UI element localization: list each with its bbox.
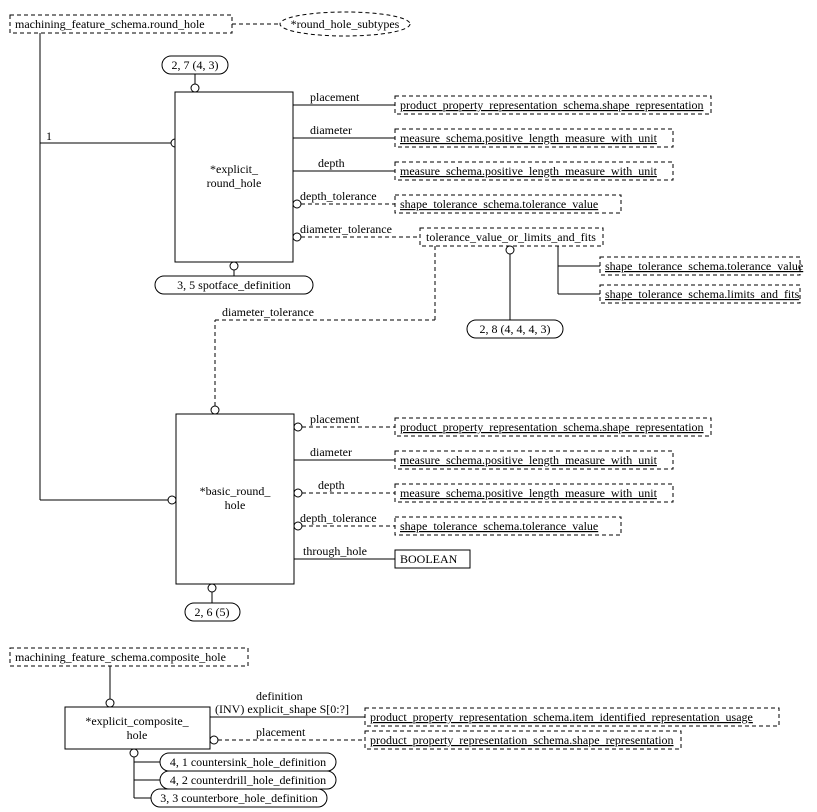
ech-attr-def2: (INV) explicit_shape S[0:?] [215,702,349,716]
brh-attr-th: through_hole [303,544,367,558]
comp-circle-top [106,699,114,707]
brh-opt-circle-top [211,406,219,414]
tol-select-opt1-label: shape_tolerance_schema.tolerance_value [605,259,803,273]
brh-type-diameter-label: measure_schema.positive_length_measure_w… [400,453,658,467]
ech-attr-pl: placement [256,725,306,739]
brh-label2: hole [225,498,246,512]
brh-type-depth-label: measure_schema.positive_length_measure_w… [400,486,658,500]
ech-attr-def1: definition [256,689,303,703]
ech-opt-circle-pl [210,736,218,744]
erh-attr-dt: depth_tolerance [300,189,377,203]
brh-attr-depth: depth [318,478,345,492]
erh-type-dt-label: shape_tolerance_schema.tolerance_value [400,197,598,211]
brh-attr-placement: placement [310,412,360,426]
brh-type-placement-label: product_property_representation_schema.s… [400,420,704,434]
ech-sub-label3: 3, 3 counterbore_hole_definition [160,791,318,805]
erh-circle-top [191,84,199,92]
ech-sub-label2: 4, 2 counterdrill_hole_definition [170,773,326,787]
erh-type-placement-label: product_property_representation_schema.s… [400,98,704,112]
erh-attr-depth: depth [318,156,345,170]
erh-attr-diat: diameter_tolerance [300,222,392,236]
ech-label2: hole [127,728,148,742]
brh-attr-diat-top: diameter_tolerance [222,305,314,319]
expressg-diagram: machining_feature_schema.round_hole *rou… [0,0,817,812]
brh-attr-diameter: diameter [310,445,352,459]
brh-attr-dt: depth_tolerance [300,511,377,525]
root-composite-hole-label: machining_feature_schema.composite_hole [15,650,226,664]
erh-type-diameter-label: measure_schema.positive_length_measure_w… [400,131,658,145]
trunk-one-label: 1 [46,129,52,143]
erh-circle-bot [230,262,238,270]
erh-attr-placement: placement [310,90,360,104]
brh-label1: *basic_round_ [200,484,272,498]
ech-label1: *explicit_composite_ [85,714,189,728]
erh-label2: round_hole [207,176,262,190]
brh-opt-circle-pl [294,423,302,431]
tol-select-label: tolerance_value_or_limits_and_fits [426,230,596,244]
tol-select-pageref-label: 2, 8 (4, 4, 4, 3) [480,322,551,336]
brh-circle-in [168,496,176,504]
erh-attr-diameter: diameter [310,123,352,137]
ech-sub-circle [130,749,138,757]
ech-sub-label1: 4, 1 countersink_hole_definition [170,755,326,769]
ech-type-def-label: product_property_representation_schema.i… [370,710,753,724]
ech-type-pl-label: product_property_representation_schema.s… [370,733,674,747]
brh-type-bool-label: BOOLEAN [400,552,458,566]
root-round-hole-label: machining_feature_schema.round_hole [15,17,205,31]
erh-pageref-spot-label: 3, 5 spotface_definition [177,278,291,292]
round-hole-subtypes-label: *round_hole_subtypes [291,17,400,31]
erh-label1: *explicit_ [210,162,259,176]
brh-pageref-bot-label: 2, 6 (5) [195,605,230,619]
tol-select-circle [506,246,514,254]
brh-opt-circle-depth [294,489,302,497]
brh-circle-bot [208,584,216,592]
tol-select-opt2-label: shape_tolerance_schema.limits_and_fits [605,287,800,301]
brh-type-dt-label: shape_tolerance_schema.tolerance_value [400,519,598,533]
erh-type-depth-label: measure_schema.positive_length_measure_w… [400,164,658,178]
erh-pageref-top-label: 2, 7 (4, 3) [172,58,219,72]
